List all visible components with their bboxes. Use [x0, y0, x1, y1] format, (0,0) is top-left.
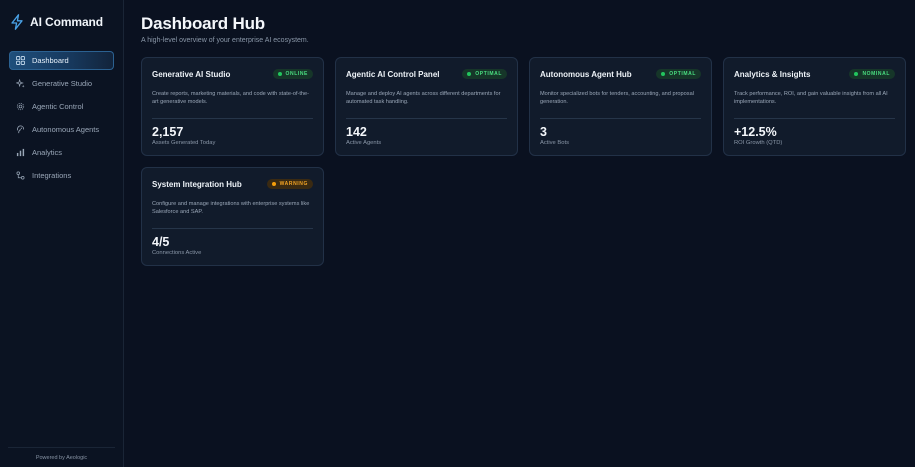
divider — [152, 118, 313, 119]
card-title: System Integration Hub — [152, 179, 242, 189]
card-system-integration-hub[interactable]: System Integration Hub WARNING Configure… — [141, 167, 324, 266]
card-agentic-ai-control-panel[interactable]: Agentic AI Control Panel OPTIMAL Manage … — [335, 57, 518, 156]
status-badge: ONLINE — [272, 69, 313, 79]
status-badge: WARNING — [266, 179, 313, 189]
sidebar-item-autonomous-agents[interactable]: Autonomous Agents — [9, 120, 114, 139]
sidebar-item-analytics[interactable]: Analytics — [9, 143, 114, 162]
app-root: AI Command Dashboard Generative Studio A… — [0, 0, 915, 467]
sidebar-item-generative-studio[interactable]: Generative Studio — [9, 74, 114, 93]
status-badge: OPTIMAL — [462, 69, 507, 79]
sidebar-item-agentic-control[interactable]: Agentic Control — [9, 97, 114, 116]
card-metric-label: Active Bots — [540, 140, 569, 146]
divider — [734, 118, 895, 119]
sidebar: AI Command Dashboard Generative Studio A… — [0, 0, 124, 467]
card-title: Analytics & Insights — [734, 69, 811, 79]
sidebar-item-label: Integrations — [32, 171, 72, 180]
divider — [346, 118, 507, 119]
sidebar-item-label: Dashboard — [32, 56, 69, 65]
card-metric: 2,157 — [152, 125, 184, 139]
divider — [152, 228, 313, 229]
main-content: Dashboard Hub A high-level overview of y… — [124, 0, 915, 467]
status-dot — [661, 72, 666, 76]
bar-chart-icon — [16, 148, 25, 157]
card-metric-label: Assets Generated Today — [152, 140, 216, 146]
sidebar-item-dashboard[interactable]: Dashboard — [9, 51, 114, 70]
brand-title: AI Command — [30, 15, 104, 29]
status-dot — [467, 72, 472, 76]
card-description: Monitor specialized bots for tenders, ac… — [540, 91, 694, 105]
card-title: Autonomous Agent Hub — [540, 69, 632, 79]
card-metric: +12.5% — [734, 125, 777, 139]
status-dot — [277, 72, 282, 76]
card-metric: 142 — [346, 125, 367, 139]
sidebar-item-integrations[interactable]: Integrations — [9, 166, 114, 185]
card-grid: Generative AI Studio ONLINE Create repor… — [141, 57, 906, 266]
sidebar-item-label: Generative Studio — [32, 79, 93, 88]
card-title: Generative AI Studio — [152, 69, 231, 79]
card-analytics-insights[interactable]: Analytics & Insights NOMINAL Track perfo… — [723, 57, 906, 156]
divider — [540, 118, 701, 119]
sidebar-footer: Powered by Aeologic — [8, 447, 115, 467]
bot-icon — [16, 125, 25, 134]
status-badge: OPTIMAL — [656, 69, 701, 79]
card-metric: 4/5 — [152, 235, 170, 249]
brand[interactable]: AI Command — [0, 0, 123, 44]
page-title: Dashboard Hub — [141, 14, 265, 33]
card-generative-ai-studio[interactable]: Generative AI Studio ONLINE Create repor… — [141, 57, 324, 156]
grid-icon — [16, 56, 25, 65]
card-description: Configure and manage integrations with e… — [152, 201, 310, 215]
cog-icon — [16, 102, 25, 111]
card-description: Create reports, marketing materials, and… — [152, 91, 310, 105]
card-metric-label: ROI Growth (QTD) — [734, 140, 783, 146]
link-icon — [16, 171, 25, 180]
status-dot — [271, 182, 276, 186]
sidebar-item-label: Analytics — [32, 148, 63, 157]
page-subtitle: A high-level overview of your enterprise… — [141, 37, 309, 44]
card-description: Track performance, ROI, and gain valuabl… — [734, 91, 888, 105]
sidebar-item-label: Autonomous Agents — [32, 125, 100, 134]
card-metric: 3 — [540, 125, 547, 139]
status-badge: NOMINAL — [849, 69, 895, 79]
card-autonomous-agent-hub[interactable]: Autonomous Agent Hub OPTIMAL Monitor spe… — [529, 57, 712, 156]
card-metric-label: Active Agents — [346, 140, 382, 146]
sidebar-nav: Dashboard Generative Studio Agentic Cont… — [0, 51, 123, 185]
status-dot — [854, 72, 859, 76]
card-metric-label: Connections Active — [152, 250, 202, 256]
card-description: Manage and deploy AI agents across diffe… — [346, 91, 501, 105]
lightning-icon — [11, 14, 23, 30]
sparkles-icon — [16, 79, 25, 88]
sidebar-item-label: Agentic Control — [32, 102, 84, 111]
card-title: Agentic AI Control Panel — [346, 69, 440, 79]
